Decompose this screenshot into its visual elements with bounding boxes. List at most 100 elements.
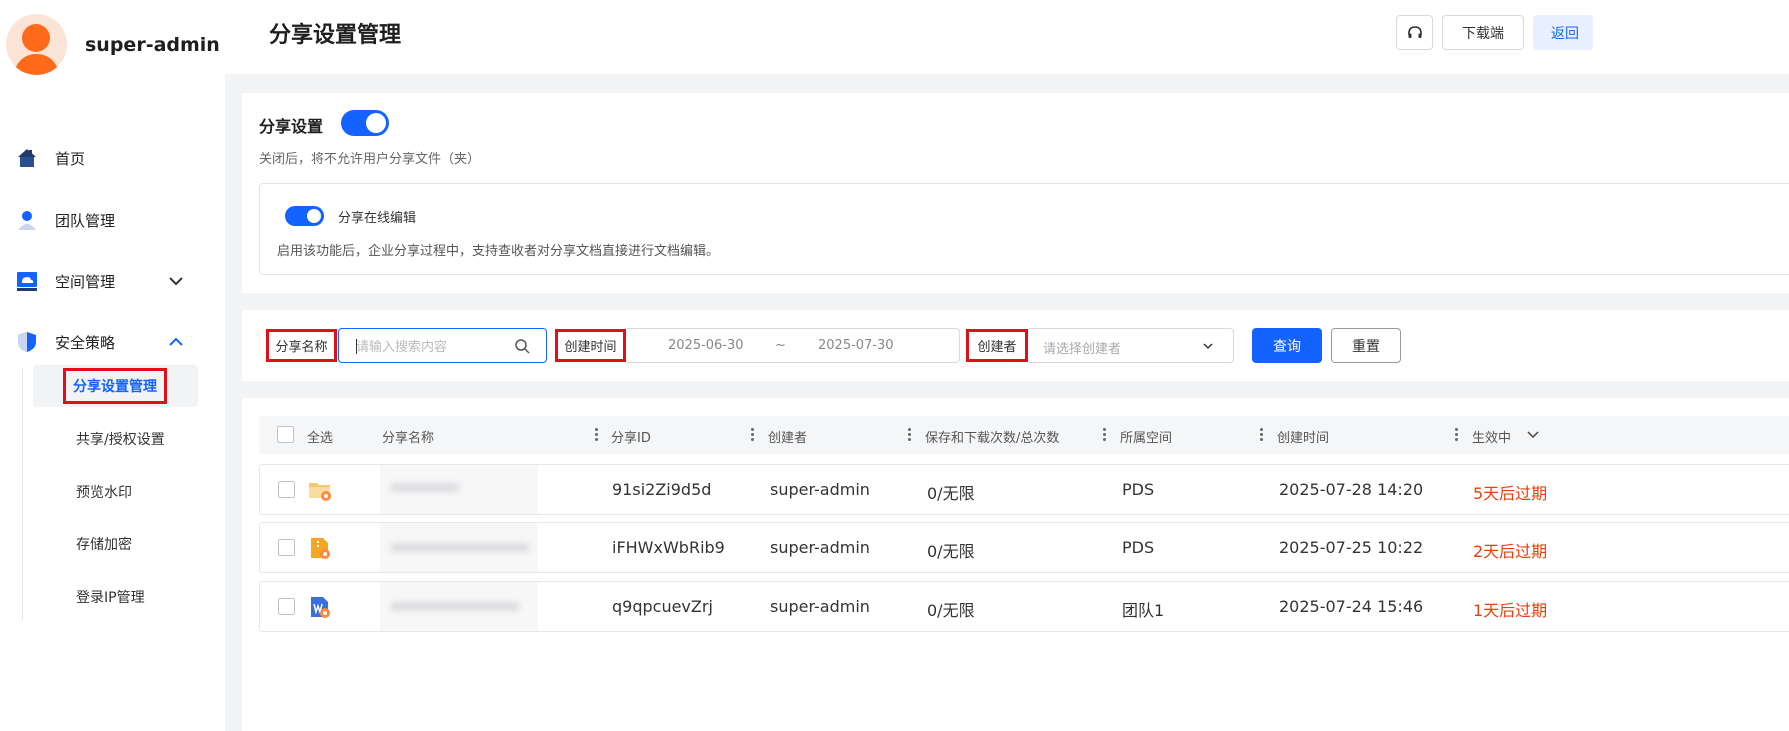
cell-count: 0/无限 <box>927 601 975 620</box>
sidebar-item-team[interactable]: 团队管理 <box>0 200 225 240</box>
column-resize-handle[interactable] <box>908 428 911 442</box>
share-settings-title: 分享设置 <box>259 117 324 136</box>
column-select-all[interactable]: 全选 <box>307 427 333 446</box>
avatar <box>6 14 67 75</box>
sidebar-item-label: 空间管理 <box>55 272 116 291</box>
column-share-name: 分享名称 <box>382 431 435 446</box>
column-status-filter[interactable]: 生效中 <box>1472 427 1511 446</box>
sidebar-subitem-label: 存储加密 <box>76 537 132 553</box>
back-button[interactable]: 返回 <box>1533 15 1593 50</box>
sidebar-subitem-label: 分享设置管理 <box>63 368 167 404</box>
creator-placeholder: 请选择创建者 <box>1043 342 1122 357</box>
cell-created-time: 2025-07-28 14:20 <box>1279 480 1424 499</box>
cell-space: 团队1 <box>1122 601 1165 620</box>
share-settings-panel: 分享设置 关闭后，将不允许用户分享文件（夹） 分享在线编辑 启用该功能后，企业分… <box>242 93 1789 293</box>
reset-button[interactable]: 重置 <box>1331 328 1401 363</box>
share-settings-desc: 关闭后，将不允许用户分享文件（夹） <box>259 152 481 167</box>
table-row[interactable]: 91si2Zi9d5d super-admin 0/无限 PDS 2025-07… <box>259 464 1789 515</box>
shared-archive-icon <box>311 538 330 559</box>
cell-space: PDS <box>1122 480 1155 499</box>
column-resize-handle[interactable] <box>1455 428 1458 442</box>
cell-status: 1天后过期 <box>1473 601 1548 620</box>
cell-share-id: iFHWxWbRib9 <box>612 538 725 557</box>
chevron-up-icon[interactable] <box>168 334 184 350</box>
table-row[interactable]: q9qpcuevZrj super-admin 0/无限 团队1 2025-07… <box>259 581 1789 632</box>
sidebar-subitem-label: 登录IP管理 <box>76 590 145 606</box>
row-checkbox[interactable] <box>278 539 295 556</box>
cell-count: 0/无限 <box>927 484 975 503</box>
share-settings-toggle[interactable] <box>341 110 389 136</box>
cell-status: 5天后过期 <box>1473 484 1548 503</box>
date-start[interactable]: 2025-06-30 <box>668 338 744 353</box>
column-created-time: 创建时间 <box>1277 431 1330 446</box>
sidebar-item-label: 团队管理 <box>55 211 116 230</box>
home-icon <box>18 149 36 167</box>
cell-share-id: 91si2Zi9d5d <box>612 480 712 499</box>
sidebar-subitem-label: 预览水印 <box>76 485 132 501</box>
sidebar-subitem-label: 共享/授权设置 <box>76 432 165 448</box>
chevron-down-icon[interactable] <box>1526 428 1540 442</box>
online-edit-box: 分享在线编辑 启用该功能后，企业分享过程中，支持查收者对分享文档直接进行文档编辑… <box>259 183 1789 275</box>
row-checkbox[interactable] <box>278 598 295 615</box>
select-all-checkbox[interactable] <box>277 426 294 443</box>
page-title: 分享设置管理 <box>269 23 402 48</box>
search-icon[interactable] <box>514 338 530 354</box>
sidebar-item-label: 首页 <box>55 149 86 168</box>
sidebar-subitem-share-settings[interactable]: 分享设置管理 <box>33 365 198 407</box>
filter-label-creator: 创建者 <box>966 329 1028 362</box>
share-table: 全选 分享名称 分享ID 创建者 保存和下载次数/总次数 所属空间 创建时间 生… <box>242 398 1789 731</box>
filter-bar: 分享名称 请输入搜索内容 创建时间 2025-06-30 ~ 2025-07-3… <box>242 310 1789 381</box>
chevron-down-icon <box>1203 343 1213 350</box>
column-share-id: 分享ID <box>611 431 651 446</box>
sidebar-subitem-share-auth[interactable]: 共享/授权设置 <box>33 418 198 460</box>
cell-count: 0/无限 <box>927 542 975 561</box>
query-button[interactable]: 查询 <box>1252 328 1322 363</box>
user-profile[interactable]: super-admin <box>6 14 220 75</box>
chevron-down-icon[interactable] <box>168 273 184 289</box>
column-resize-handle[interactable] <box>751 428 754 442</box>
username: super-admin <box>85 33 220 56</box>
cell-created-time: 2025-07-25 10:22 <box>1279 538 1424 557</box>
column-creator: 创建者 <box>768 431 808 446</box>
sidebar-item-space[interactable]: 空间管理 <box>0 261 225 301</box>
column-download-count: 保存和下载次数/总次数 <box>925 431 1060 446</box>
blurred-share-name <box>380 465 538 514</box>
user-icon <box>18 211 36 230</box>
cloud-storage-icon <box>17 272 37 291</box>
online-edit-toggle[interactable] <box>285 206 324 226</box>
date-end[interactable]: 2025-07-30 <box>818 338 894 353</box>
date-range-picker[interactable]: 2025-06-30 ~ 2025-07-30 <box>626 328 960 363</box>
column-resize-handle[interactable] <box>1260 428 1263 442</box>
support-button[interactable] <box>1396 15 1433 50</box>
search-input[interactable]: 请输入搜索内容 <box>338 328 547 363</box>
filter-label-created-time: 创建时间 <box>555 329 626 362</box>
column-resize-handle[interactable] <box>1103 428 1106 442</box>
sidebar-item-home[interactable]: 首页 <box>0 138 225 178</box>
sidebar-item-security[interactable]: 安全策略 <box>0 322 225 362</box>
row-checkbox[interactable] <box>278 481 295 498</box>
blurred-share-name <box>380 582 538 631</box>
creator-select[interactable]: 请选择创建者 <box>1028 328 1234 363</box>
sidebar-subitem-preview-watermark[interactable]: 预览水印 <box>33 471 198 513</box>
cell-share-id: q9qpcuevZrj <box>612 597 713 616</box>
online-edit-desc: 启用该功能后，企业分享过程中，支持查收者对分享文档直接进行文档编辑。 <box>277 244 720 259</box>
shield-icon <box>18 332 36 352</box>
headset-icon <box>1407 25 1422 38</box>
sidebar-subitem-login-ip[interactable]: 登录IP管理 <box>33 576 198 618</box>
sidebar-item-label: 安全策略 <box>55 333 116 352</box>
cell-status: 2天后过期 <box>1473 542 1548 561</box>
sidebar: super-admin 首页 团队管理 空间管理 安全策略 分享设置管理 共享/… <box>0 0 225 731</box>
date-separator: ~ <box>775 338 786 353</box>
download-client-button[interactable]: 下载端 <box>1442 15 1524 50</box>
column-space: 所属空间 <box>1120 431 1173 446</box>
cell-creator: super-admin <box>770 538 870 557</box>
cell-created-time: 2025-07-24 15:46 <box>1279 597 1424 616</box>
blurred-share-name <box>380 523 538 572</box>
column-resize-handle[interactable] <box>595 428 598 442</box>
cell-creator: super-admin <box>770 597 870 616</box>
table-row[interactable]: iFHWxWbRib9 super-admin 0/无限 PDS 2025-07… <box>259 522 1789 573</box>
online-edit-title: 分享在线编辑 <box>338 211 417 226</box>
header: 分享设置管理 下载端 返回 <box>225 0 1789 74</box>
search-placeholder: 请输入搜索内容 <box>356 340 448 355</box>
sidebar-subitem-storage-encryption[interactable]: 存储加密 <box>33 523 198 565</box>
